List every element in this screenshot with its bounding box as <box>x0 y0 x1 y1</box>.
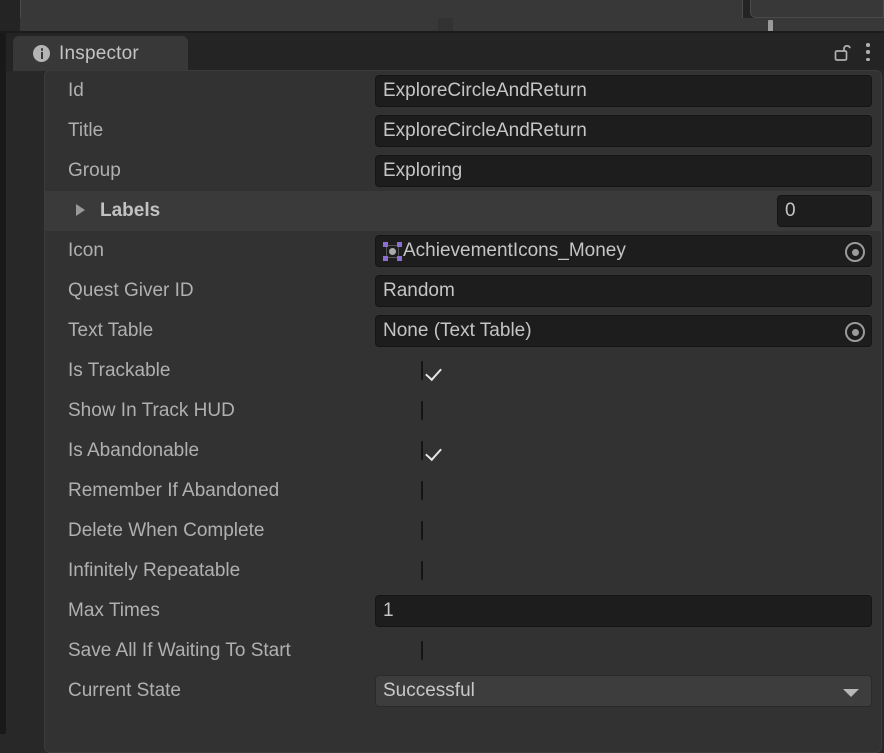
tab-inspector[interactable]: Inspector <box>13 36 188 71</box>
property-row-save-all-if-waiting-to-start: Save All If Waiting To Start <box>45 631 881 671</box>
property-label: Is Abandonable <box>68 440 200 461</box>
unlocked-padlock-icon[interactable] <box>833 43 851 62</box>
property-label: Id <box>68 80 84 101</box>
inspector-window: Inspector Id ExploreCircleAndReturn Titl… <box>0 33 884 753</box>
property-label: Infinitely Repeatable <box>68 560 241 581</box>
property-row-group: Group Exploring <box>45 151 881 191</box>
property-row-remember-if-abandoned: Remember If Abandoned <box>45 471 881 511</box>
icon-object-value: AchievementIcons_Money <box>403 240 626 261</box>
property-label: Max Times <box>68 600 160 621</box>
icon-object-field[interactable]: AchievementIcons_Money <box>375 235 872 267</box>
properties-container: Id ExploreCircleAndReturn Title ExploreC… <box>44 70 882 753</box>
property-row-show-in-track-hud: Show In Track HUD <box>45 391 881 431</box>
property-row-labels: Labels 0 <box>45 191 881 231</box>
kebab-menu-icon[interactable] <box>860 42 876 62</box>
background-tab-slot-right[interactable] <box>453 18 884 31</box>
property-row-current-state: Current State Successful <box>45 671 881 711</box>
is-abandonable-checkbox[interactable] <box>421 441 423 460</box>
tab-inspector-label: Inspector <box>59 42 139 64</box>
property-row-icon: Icon AchievementIcons_Money <box>45 231 881 271</box>
id-field[interactable]: ExploreCircleAndReturn <box>375 75 872 107</box>
property-label: Quest Giver ID <box>68 280 194 301</box>
property-label: Is Trackable <box>68 360 171 381</box>
property-row-id: Id ExploreCircleAndReturn <box>45 71 881 111</box>
kebab-dot <box>866 50 870 54</box>
current-state-dropdown[interactable]: Successful <box>375 675 872 707</box>
property-row-title: Title ExploreCircleAndReturn <box>45 111 881 151</box>
background-tab-slot-left[interactable] <box>20 18 438 31</box>
property-label: Icon <box>68 240 104 261</box>
property-row-is-abandonable: Is Abandonable <box>45 431 881 471</box>
current-state-value: Successful <box>383 680 475 701</box>
background-panel-right <box>750 0 884 18</box>
property-row-max-times: Max Times 1 <box>45 591 881 631</box>
chevron-down-icon <box>843 689 859 697</box>
property-row-text-table: Text Table None (Text Table) <box>45 311 881 351</box>
background-window-strip <box>0 0 884 33</box>
triangle-right-icon[interactable] <box>76 204 85 216</box>
property-label: Current State <box>68 680 181 701</box>
property-row-quest-giver-id: Quest Giver ID Random <box>45 271 881 311</box>
property-label: Save All If Waiting To Start <box>68 640 291 661</box>
info-icon <box>33 45 50 62</box>
title-field[interactable]: ExploreCircleAndReturn <box>375 115 872 147</box>
kebab-dot <box>866 43 870 47</box>
property-label: Title <box>68 120 104 141</box>
kebab-dot <box>866 57 870 61</box>
delete-when-complete-checkbox[interactable] <box>421 521 423 540</box>
labels-count-field[interactable]: 0 <box>777 195 872 227</box>
remember-if-abandoned-checkbox[interactable] <box>421 481 423 500</box>
sprite-thumbnail-icon <box>383 241 402 261</box>
object-picker-icon[interactable] <box>845 322 865 342</box>
property-label[interactable]: Labels <box>45 200 375 222</box>
max-times-field[interactable]: 1 <box>375 595 872 627</box>
inspector-body: Id ExploreCircleAndReturn Title ExploreC… <box>6 70 884 753</box>
is-trackable-checkbox[interactable] <box>421 361 423 380</box>
property-row-infinitely-repeatable: Infinitely Repeatable <box>45 551 881 591</box>
property-row-delete-when-complete: Delete When Complete <box>45 511 881 551</box>
property-row-is-trackable: Is Trackable <box>45 351 881 391</box>
quest-giver-id-field[interactable]: Random <box>375 275 872 307</box>
show-in-track-hud-checkbox[interactable] <box>421 401 423 420</box>
group-field[interactable]: Exploring <box>375 155 872 187</box>
property-label: Text Table <box>68 320 154 341</box>
property-label: Group <box>68 160 121 181</box>
property-label: Remember If Abandoned <box>68 480 280 501</box>
infinitely-repeatable-checkbox[interactable] <box>421 561 423 580</box>
inspector-tab-bar: Inspector <box>6 33 884 71</box>
properties-scroll-area[interactable]: Id ExploreCircleAndReturn Title ExploreC… <box>45 71 881 711</box>
save-all-if-waiting-to-start-checkbox[interactable] <box>421 641 423 660</box>
property-label: Show In Track HUD <box>68 400 235 421</box>
property-label: Delete When Complete <box>68 520 265 541</box>
object-picker-icon[interactable] <box>845 242 865 262</box>
text-table-object-field[interactable]: None (Text Table) <box>375 315 872 347</box>
